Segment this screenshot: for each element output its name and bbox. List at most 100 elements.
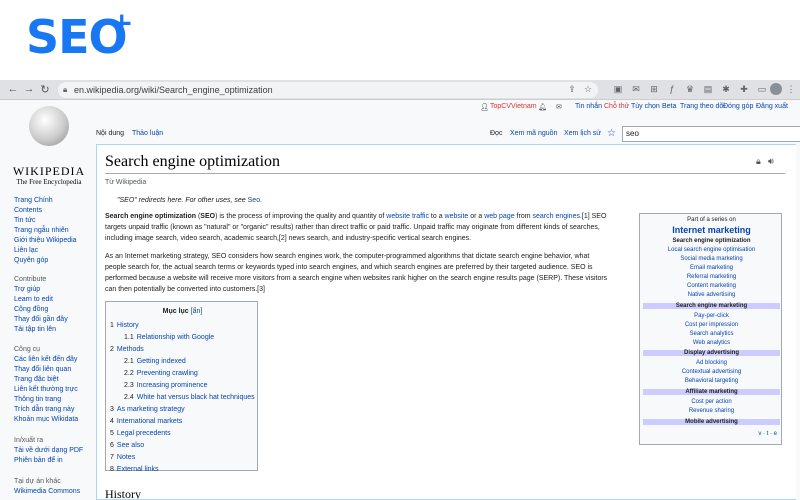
navbox-link[interactable]: Native advertising [640, 292, 783, 298]
search-input[interactable]: seo ⌕ [622, 126, 800, 142]
sidebar-link[interactable]: Phiên bản để in [14, 456, 96, 466]
preferences-link[interactable]: Tùy chọn [631, 103, 660, 110]
sidebar-link[interactable]: Tin tức [14, 216, 96, 226]
contributions-link[interactable]: Đóng góp [723, 103, 753, 110]
extension-icon[interactable]: ▣ [612, 83, 624, 95]
toc-item[interactable]: 6 See also [110, 442, 144, 449]
navbox-group-heading[interactable]: Affiliate marketing [643, 389, 780, 395]
watch-star-icon[interactable]: ☆ [607, 128, 616, 139]
sidebar-link[interactable]: Trang ngẫu nhiên [14, 226, 96, 236]
sidebar-link[interactable]: Tải tập tin lên [14, 325, 96, 335]
sidebar-link[interactable]: Cộng đồng [14, 305, 96, 315]
toc-item[interactable]: 7 Notes [110, 454, 135, 461]
navbox-vte[interactable]: v · t · e [640, 431, 783, 437]
navbox-link[interactable]: Email marketing [640, 265, 783, 271]
tab-content[interactable]: Nội dung [96, 130, 124, 137]
logout-link[interactable]: Đăng xuất [756, 103, 788, 110]
navbox-link[interactable]: Social media marketing [640, 256, 783, 262]
navbox-link[interactable]: Cost per action [640, 399, 783, 405]
share-icon[interactable]: ⇪ [566, 83, 578, 95]
sidebar-link[interactable]: Khoản mục Wikidata [14, 415, 96, 425]
toc-item[interactable]: 2.1 Getting indexed [124, 358, 186, 365]
article-content: Search engine optimization 🔒︎ 🔊︎ Từ Wiki… [96, 144, 796, 500]
extension-icon[interactable]: ƒ [666, 83, 678, 95]
user-name-link[interactable]: TopCVVietnam [490, 103, 537, 110]
toc-item[interactable]: 1 History [110, 322, 139, 329]
toc-item[interactable]: 1.1 Relationship with Google [124, 334, 214, 341]
sidebar-link[interactable]: Tải về dưới dạng PDF [14, 446, 96, 456]
tab-edit-source[interactable]: Xem mã nguồn [510, 130, 557, 137]
toc-hide-toggle[interactable]: [ẩn] [191, 308, 203, 315]
navbox-title[interactable]: Internet marketing [640, 225, 783, 235]
navbox-link[interactable]: Revenue sharing [640, 408, 783, 414]
tab-talk[interactable]: Thảo luận [132, 130, 163, 137]
toc-item[interactable]: 2.3 Increasing prominence [124, 382, 208, 389]
navbox-link[interactable]: Contextual advertising [640, 369, 783, 375]
toc-item[interactable]: 8 External links [110, 466, 159, 473]
sidebar-link[interactable]: Giới thiệu Wikipedia [14, 236, 96, 246]
navbox-link[interactable]: Cost per impression [640, 322, 783, 328]
sandbox-link[interactable]: Chỗ thử [604, 103, 629, 110]
sidebar-link[interactable]: Thay đổi gần đây [14, 315, 96, 325]
navbox-link[interactable]: Content marketing [640, 283, 783, 289]
extension-icon[interactable]: ♛ [684, 83, 696, 95]
inbox-icon[interactable]: ✉ [556, 103, 562, 111]
sidebar-link[interactable]: Contents [14, 206, 96, 216]
toc-item[interactable]: 2 Methods [110, 346, 144, 353]
toc-item[interactable]: 3 As marketing strategy [110, 406, 185, 413]
sidebar-link[interactable]: Thông tin trang [14, 395, 96, 405]
puzzle-icon[interactable]: ✚ [738, 83, 750, 95]
navbox-link[interactable]: Local search engine optimisation [640, 247, 783, 253]
toc-number: 2.2 [124, 370, 134, 377]
sidebar-icon[interactable]: ▭ [756, 83, 768, 95]
extension-icon[interactable]: ⊞ [648, 83, 660, 95]
toc-item[interactable]: 4 International markets [110, 418, 182, 425]
tab-history[interactable]: Xem lịch sử [564, 130, 601, 137]
extension-icon[interactable]: ✱ [720, 83, 732, 95]
sidebar-link[interactable]: Learn to edit [14, 295, 96, 305]
messages-link[interactable]: Tin nhắn [575, 103, 602, 110]
reload-icon[interactable]: ↻ [38, 83, 52, 96]
sidebar-link[interactable]: Trang Chính [14, 196, 96, 206]
navbox-group-heading[interactable]: Mobile advertising [643, 419, 780, 425]
navbox-link[interactable]: Pay-per-click [640, 313, 783, 319]
toc-item[interactable]: 5 Legal precedents [110, 430, 171, 437]
sidebar-link[interactable]: Liên kết thường trực [14, 385, 96, 395]
toc-item[interactable]: 2.2 Preventing crawling [124, 370, 198, 377]
hatnote-link[interactable]: Seo. [248, 197, 262, 204]
sidebar-link[interactable]: Trích dẫn trang này [14, 405, 96, 415]
navbox-link[interactable]: Web analytics [640, 340, 783, 346]
inline-link[interactable]: search engines. [532, 213, 581, 220]
tab-read[interactable]: Đọc [490, 130, 502, 137]
sidebar-link[interactable]: Thay đổi liên quan [14, 365, 96, 375]
sidebar-link[interactable]: Các liên kết đến đây [14, 355, 96, 365]
sidebar-link[interactable]: Quyên góp [14, 256, 96, 266]
navbox-link[interactable]: Referral marketing [640, 274, 783, 280]
audio-icon[interactable]: 🔊︎ [768, 156, 774, 167]
navbox-link[interactable]: Behavioral targeting [640, 378, 783, 384]
extension-icon[interactable]: ✉ [630, 83, 642, 95]
navbox-group-heading[interactable]: Search engine marketing [643, 303, 780, 309]
sidebar-link[interactable]: Liên lạc [14, 246, 96, 256]
address-bar[interactable]: 🔒︎ en.wikipedia.org/wiki/Search_engine_o… [58, 82, 598, 98]
bell-icon[interactable]: 🔔︎ [538, 103, 547, 111]
back-icon[interactable]: ← [6, 83, 20, 95]
menu-icon[interactable]: ⋮ [785, 83, 797, 95]
extension-icon[interactable]: ▤ [702, 83, 714, 95]
sidebar-link[interactable]: Trang đặc biệt [14, 375, 96, 385]
sidebar-link[interactable]: Wikimedia Commons [14, 487, 96, 497]
forward-icon[interactable]: → [22, 83, 36, 95]
watchlist-link[interactable]: Trang theo dõi [680, 103, 725, 110]
inline-link[interactable]: website [445, 213, 469, 220]
profile-avatar[interactable] [770, 83, 782, 95]
navbox-link[interactable]: Ad blocking [640, 360, 783, 366]
navbox-group-heading[interactable]: Display advertising [643, 350, 780, 356]
star-icon[interactable]: ☆ [582, 83, 594, 95]
inline-link[interactable]: website traffic [386, 213, 429, 220]
paragraph-line: targets unpaid traffic (known as "natura… [105, 224, 600, 231]
inline-link[interactable]: web page [484, 213, 514, 220]
beta-link[interactable]: Beta [662, 103, 676, 110]
sidebar-link[interactable]: Trợ giúp [14, 285, 96, 295]
navbox-link[interactable]: Search analytics [640, 331, 783, 337]
toc-item[interactable]: 2.4 White hat versus black hat techniques [124, 394, 255, 401]
